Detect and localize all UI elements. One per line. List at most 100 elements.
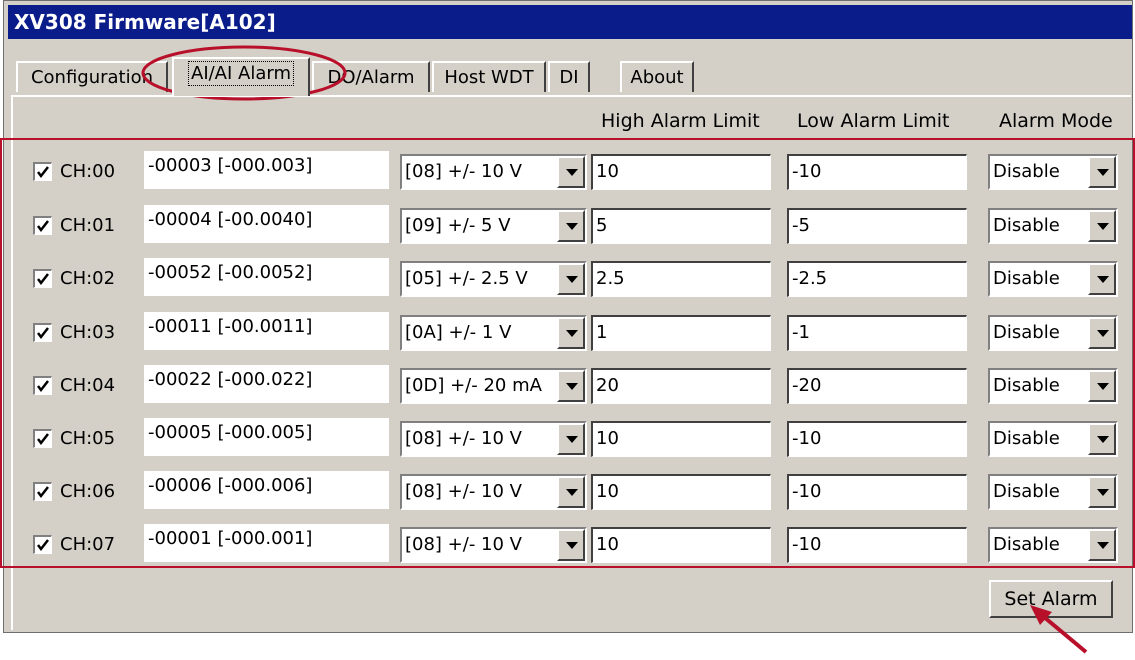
channel-enable-checkbox[interactable] xyxy=(33,429,52,448)
channel-range-value: [09] +/- 5 V xyxy=(405,215,511,236)
channel-range-select[interactable]: [08] +/- 10 V xyxy=(400,421,587,457)
alarm-mode-select[interactable]: Disable xyxy=(988,474,1118,510)
channel-enable-checkbox[interactable] xyxy=(33,216,52,235)
tab-di[interactable]: DI xyxy=(548,61,590,92)
alarm-mode-select[interactable]: Disable xyxy=(988,527,1118,563)
low-alarm-limit-input[interactable]: -10 xyxy=(787,527,967,563)
channel-reading: -00011 [-00.0011] xyxy=(144,312,389,350)
channel-reading: -00004 [-00.0040] xyxy=(144,205,389,243)
alarm-mode-select[interactable]: Disable xyxy=(988,208,1118,244)
low-alarm-limit-input[interactable]: -2.5 xyxy=(787,261,967,297)
tab-about[interactable]: About xyxy=(620,61,694,92)
high-alarm-limit-input[interactable]: 10 xyxy=(591,154,771,190)
channel-range-value: [08] +/- 10 V xyxy=(405,481,522,502)
dropdown-button[interactable] xyxy=(557,529,585,561)
window-title: XV308 Firmware[A102] xyxy=(8,5,1132,39)
channel-range-value: [08] +/- 10 V xyxy=(405,534,522,555)
channel-row: CH:03 -00011 [-00.0011] [0A] +/- 1 V 1 -1 Dis… xyxy=(0,312,1135,354)
channel-row: CH:05 -00005 [-000.005] [08] +/- 10 V 10 -10… xyxy=(0,418,1135,460)
channel-enable-checkbox[interactable] xyxy=(33,269,52,288)
low-alarm-limit-input[interactable]: -10 xyxy=(787,474,967,510)
channel-reading: -00052 [-00.0052] xyxy=(144,258,389,296)
channel-reading: -00003 [-000.003] xyxy=(144,151,389,189)
high-alarm-limit-input[interactable]: 2.5 xyxy=(591,261,771,297)
chevron-down-icon xyxy=(566,383,578,390)
tab-label: Configuration xyxy=(30,67,154,88)
low-alarm-limit-input[interactable]: -5 xyxy=(787,208,967,244)
dropdown-button[interactable] xyxy=(557,370,585,402)
channel-enable-checkbox[interactable] xyxy=(33,323,52,342)
alarm-mode-select[interactable]: Disable xyxy=(988,421,1118,457)
check-icon xyxy=(37,220,49,233)
check-icon xyxy=(37,433,49,446)
alarm-mode-select[interactable]: Disable xyxy=(988,261,1118,297)
tab-host-wdt[interactable]: Host WDT xyxy=(432,61,546,92)
channel-range-select[interactable]: [0D] +/- 20 mA xyxy=(400,368,587,404)
high-alarm-limit-input[interactable]: 10 xyxy=(591,527,771,563)
channel-range-select[interactable]: [08] +/- 10 V xyxy=(400,154,587,190)
alarm-mode-select[interactable]: Disable xyxy=(988,368,1118,404)
channel-reading: -00022 [-000.022] xyxy=(144,365,389,403)
check-icon xyxy=(37,539,49,552)
dropdown-button[interactable] xyxy=(557,156,585,188)
alarm-mode-value: Disable xyxy=(993,322,1060,343)
dropdown-button[interactable] xyxy=(1088,370,1116,402)
channel-reading: -00005 [-000.005] xyxy=(144,418,389,456)
channel-enable-checkbox[interactable] xyxy=(33,482,52,501)
alarm-mode-select[interactable]: Disable xyxy=(988,315,1118,351)
channel-range-value: [05] +/- 2.5 V xyxy=(405,268,528,289)
chevron-down-icon xyxy=(1097,489,1109,496)
high-alarm-limit-input[interactable]: 10 xyxy=(591,421,771,457)
tab-label: DI xyxy=(559,67,579,88)
dropdown-button[interactable] xyxy=(1088,156,1116,188)
dropdown-button[interactable] xyxy=(557,423,585,455)
channel-range-select[interactable]: [0A] +/- 1 V xyxy=(400,315,587,351)
high-alarm-limit-input[interactable]: 20 xyxy=(591,368,771,404)
check-icon xyxy=(37,327,49,340)
check-icon xyxy=(37,273,49,286)
check-icon xyxy=(37,380,49,393)
dropdown-button[interactable] xyxy=(1088,263,1116,295)
alarm-mode-value: Disable xyxy=(993,215,1060,236)
channel-range-value: [0D] +/- 20 mA xyxy=(405,375,542,396)
chevron-down-icon xyxy=(1097,542,1109,549)
chevron-down-icon xyxy=(1097,223,1109,230)
header-low-alarm-limit: Low Alarm Limit xyxy=(797,110,950,132)
chevron-down-icon xyxy=(566,542,578,549)
dropdown-button[interactable] xyxy=(1088,476,1116,508)
channel-enable-checkbox[interactable] xyxy=(33,376,52,395)
channel-reading: -00006 [-000.006] xyxy=(144,471,389,509)
channel-enable-checkbox[interactable] xyxy=(33,535,52,554)
dropdown-button[interactable] xyxy=(1088,317,1116,349)
alarm-mode-select[interactable]: Disable xyxy=(988,154,1118,190)
channel-label: CH:04 xyxy=(60,375,116,396)
channel-label: CH:01 xyxy=(60,215,116,236)
dropdown-button[interactable] xyxy=(557,263,585,295)
low-alarm-limit-input[interactable]: -10 xyxy=(787,421,967,457)
channel-label: CH:07 xyxy=(60,534,116,555)
high-alarm-limit-input[interactable]: 1 xyxy=(591,315,771,351)
dropdown-button[interactable] xyxy=(557,210,585,242)
channel-range-select[interactable]: [08] +/- 10 V xyxy=(400,474,587,510)
high-alarm-limit-input[interactable]: 5 xyxy=(591,208,771,244)
channel-label: CH:02 xyxy=(60,268,116,289)
low-alarm-limit-input[interactable]: -10 xyxy=(787,154,967,190)
dropdown-button[interactable] xyxy=(1088,423,1116,455)
low-alarm-limit-input[interactable]: -20 xyxy=(787,368,967,404)
channel-row: CH:00 -00003 [-000.003] [08] +/- 10 V 10 -10… xyxy=(0,151,1135,193)
dropdown-button[interactable] xyxy=(557,317,585,349)
check-icon xyxy=(37,166,49,179)
low-alarm-limit-input[interactable]: -1 xyxy=(787,315,967,351)
channel-range-select[interactable]: [09] +/- 5 V xyxy=(400,208,587,244)
high-alarm-limit-input[interactable]: 10 xyxy=(591,474,771,510)
channel-range-select[interactable]: [08] +/- 10 V xyxy=(400,527,587,563)
channel-row: CH:01 -00004 [-00.0040] [09] +/- 5 V 5 -5 Dis… xyxy=(0,205,1135,247)
dropdown-button[interactable] xyxy=(557,476,585,508)
dropdown-button[interactable] xyxy=(1088,529,1116,561)
tab-ai-alarm[interactable]: AI/AI Alarm xyxy=(172,57,310,96)
channel-range-select[interactable]: [05] +/- 2.5 V xyxy=(400,261,587,297)
alarm-mode-value: Disable xyxy=(993,534,1060,555)
dropdown-button[interactable] xyxy=(1088,210,1116,242)
channel-range-value: [08] +/- 10 V xyxy=(405,428,522,449)
channel-enable-checkbox[interactable] xyxy=(33,162,52,181)
